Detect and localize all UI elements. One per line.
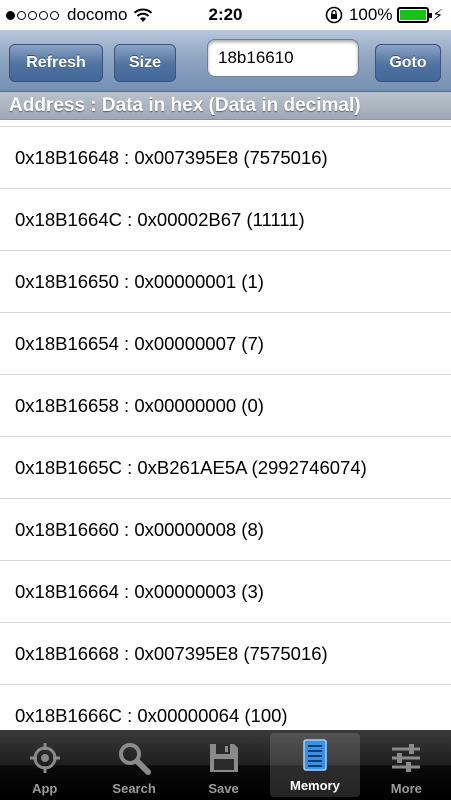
toolbar: Refresh Size Goto bbox=[0, 30, 451, 92]
battery-percent: 100% bbox=[348, 5, 393, 24]
size-button[interactable]: Size bbox=[114, 44, 176, 82]
battery-level bbox=[400, 10, 427, 20]
list-item[interactable]: 0x18B16664 : 0x00000003 (3) bbox=[0, 561, 451, 623]
tab-app[interactable]: App bbox=[0, 730, 89, 800]
tab-bar: App Search Save Memory More bbox=[0, 730, 451, 800]
tab-label: Save bbox=[208, 781, 239, 796]
tab-label: More bbox=[390, 781, 422, 796]
tab-memory[interactable]: Memory bbox=[270, 733, 360, 797]
list-item[interactable]: 0x18B16650 : 0x00000001 (1) bbox=[0, 251, 451, 313]
tab-search[interactable]: Search bbox=[89, 730, 178, 800]
column-header: Address : Data in hex (Data in decimal) bbox=[0, 92, 451, 120]
address-input[interactable] bbox=[207, 39, 359, 77]
tab-label: Search bbox=[112, 781, 156, 796]
tab-label: Memory bbox=[289, 778, 340, 793]
battery-icon bbox=[397, 7, 433, 23]
rotation-lock-icon bbox=[325, 6, 343, 24]
memory-list-icon bbox=[303, 739, 327, 771]
sliders-icon bbox=[392, 744, 421, 772]
charging-icon: ⚡ bbox=[432, 7, 443, 24]
magnifier-icon bbox=[119, 743, 152, 775]
tab-save[interactable]: Save bbox=[179, 730, 268, 800]
list-item[interactable]: 0x18B1664C : 0x00002B67 (11111) bbox=[0, 189, 451, 251]
list-item[interactable]: 0x18B1665C : 0xB261AE5A (2992746074) bbox=[0, 437, 451, 499]
memory-list[interactable]: 0x18B16648 : 0x007395E8 (7575016) 0x18B1… bbox=[0, 120, 451, 730]
tab-more[interactable]: More bbox=[362, 730, 451, 800]
crosshair-icon bbox=[29, 743, 60, 773]
list-item[interactable]: 0x18B16668 : 0x007395E8 (7575016) bbox=[0, 623, 451, 685]
floppy-disk-icon bbox=[209, 744, 238, 772]
list-item[interactable]: 0x18B16660 : 0x00000008 (8) bbox=[0, 499, 451, 561]
list-item[interactable]: 0x18B1666C : 0x00000064 (100) bbox=[0, 685, 451, 730]
refresh-button[interactable]: Refresh bbox=[9, 44, 103, 82]
list-item[interactable]: 0x18B16658 : 0x00000000 (0) bbox=[0, 375, 451, 437]
goto-button[interactable]: Goto bbox=[375, 44, 441, 82]
list-item[interactable]: 0x18B16654 : 0x00000007 (7) bbox=[0, 313, 451, 375]
status-right: 100% ⚡ bbox=[325, 5, 443, 25]
list-row-partial bbox=[0, 120, 451, 127]
list-item[interactable]: 0x18B16648 : 0x007395E8 (7575016) bbox=[0, 127, 451, 189]
status-bar: docomo 2:20 100% ⚡ bbox=[0, 0, 451, 30]
tab-label: App bbox=[32, 781, 58, 796]
